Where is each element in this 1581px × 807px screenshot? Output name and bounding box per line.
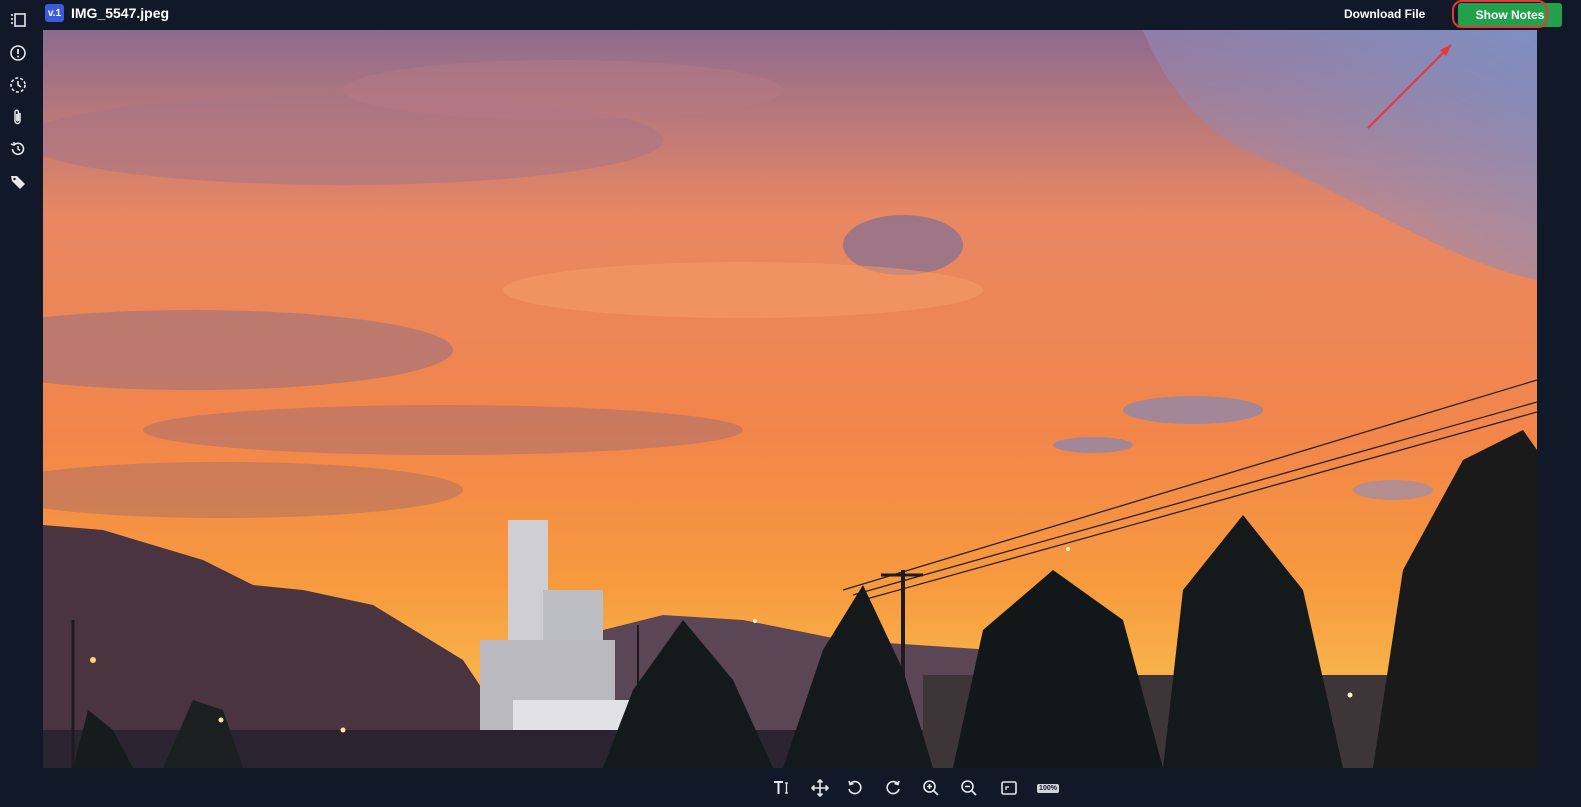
history-icon[interactable] [7,138,29,160]
top-bar: v.1 IMG_5547.jpeg Download File Show Not… [36,0,1581,29]
rotate-left-icon[interactable] [844,778,866,798]
zoom-in-icon[interactable] [920,778,942,798]
panel-icon[interactable] [7,9,29,31]
alert-circle-icon[interactable] [7,42,29,64]
tag-icon[interactable] [7,171,29,193]
move-icon[interactable] [809,778,831,798]
image-viewer[interactable] [43,30,1537,768]
paperclip-icon[interactable] [7,106,29,128]
sunset-photo [43,30,1537,768]
text-tool-icon[interactable] [771,778,793,798]
app-window: v.1 IMG_5547.jpeg Download File Show Not… [0,0,1581,807]
clock-dashed-icon[interactable] [7,74,29,96]
version-badge[interactable]: v.1 [45,4,64,22]
zoom-out-icon[interactable] [958,778,980,798]
download-file-button[interactable]: Download File [1344,7,1425,21]
rotate-right-icon[interactable] [882,778,904,798]
left-sidebar [0,0,36,807]
show-notes-button[interactable]: Show Notes [1458,3,1562,27]
annotation-arrow [1367,44,1452,129]
zoom-100-button[interactable]: 100% [1034,778,1062,798]
fit-screen-icon[interactable] [998,778,1020,798]
zoom-level-label: 100% [1037,783,1059,793]
right-gutter [1537,30,1581,768]
file-name: IMG_5547.jpeg [71,5,170,21]
